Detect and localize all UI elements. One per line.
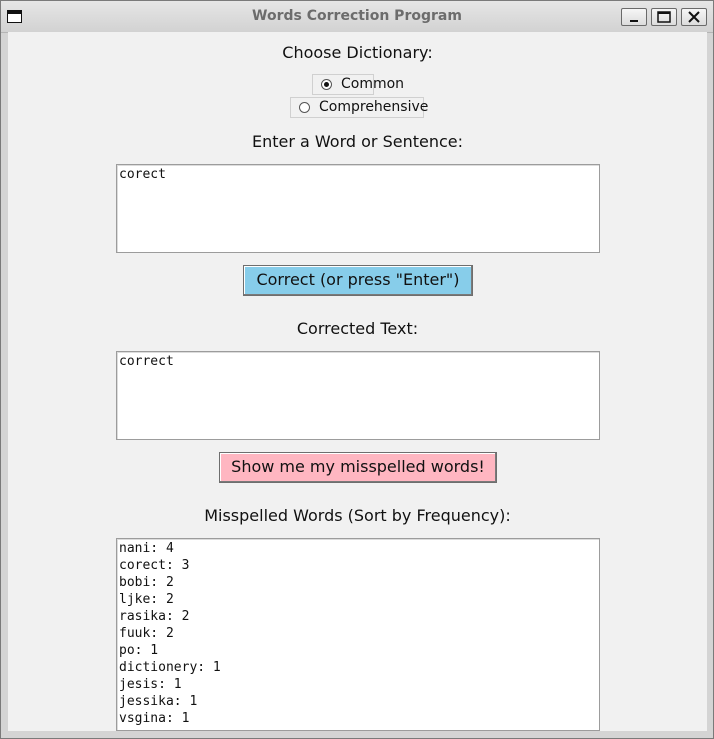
misspelled-word-row: rasika: 2 bbox=[119, 609, 190, 624]
window-title: Words Correction Program bbox=[252, 8, 462, 24]
output-textbox[interactable]: correct bbox=[116, 351, 600, 440]
misspelled-word-row: corect: 3 bbox=[119, 558, 190, 573]
radio-common[interactable]: Common bbox=[312, 74, 404, 95]
correct-button[interactable]: Correct (or press "Enter") bbox=[243, 265, 473, 296]
maximize-icon bbox=[657, 11, 671, 23]
misspelled-word-row: fuuk: 2 bbox=[119, 626, 174, 641]
misspelled-word-row: ljke: 2 bbox=[119, 592, 174, 607]
radio-common-label: Common bbox=[341, 76, 405, 92]
minimize-icon bbox=[630, 20, 638, 22]
minimize-button[interactable] bbox=[621, 8, 647, 26]
app-window: Words Correction Program Choose Dictiona… bbox=[0, 0, 714, 739]
output-label: Corrected Text: bbox=[296, 319, 419, 338]
misspelled-word-row: po: 1 bbox=[119, 643, 159, 658]
main-panel: Choose Dictionary: Common Comprehensive … bbox=[8, 32, 707, 731]
misspelled-word-row: dictionery: 1 bbox=[119, 660, 221, 675]
show-misspelled-button[interactable]: Show me my misspelled words! bbox=[219, 452, 497, 483]
dictionary-label: Choose Dictionary: bbox=[282, 43, 433, 62]
misspelled-word-row: bobi: 2 bbox=[119, 575, 174, 590]
misspelled-word-row: nani: 4 bbox=[119, 541, 174, 556]
input-label: Enter a Word or Sentence: bbox=[251, 132, 463, 151]
misspelled-label: Misspelled Words (Sort by Frequency): bbox=[204, 506, 511, 525]
close-button[interactable] bbox=[681, 8, 707, 26]
misspelled-word-row: vsgina: 1 bbox=[119, 711, 190, 726]
maximize-button[interactable] bbox=[651, 8, 677, 26]
misspelled-word-row: jesis: 1 bbox=[119, 677, 182, 692]
close-icon bbox=[688, 11, 700, 23]
radio-indicator-selected bbox=[321, 79, 332, 90]
misspelled-list[interactable]: nani: 4 corect: 3 bobi: 2 ljke: 2 rasika: 2 f… bbox=[116, 538, 600, 731]
radio-comprehensive-label: Comprehensive bbox=[319, 99, 429, 115]
misspelled-word-row: jessika: 1 bbox=[119, 694, 198, 709]
input-textbox[interactable]: corect bbox=[116, 164, 600, 253]
radio-indicator bbox=[299, 102, 310, 113]
title-bar[interactable]: Words Correction Program bbox=[1, 1, 713, 33]
radio-comprehensive[interactable]: Comprehensive bbox=[290, 97, 428, 118]
